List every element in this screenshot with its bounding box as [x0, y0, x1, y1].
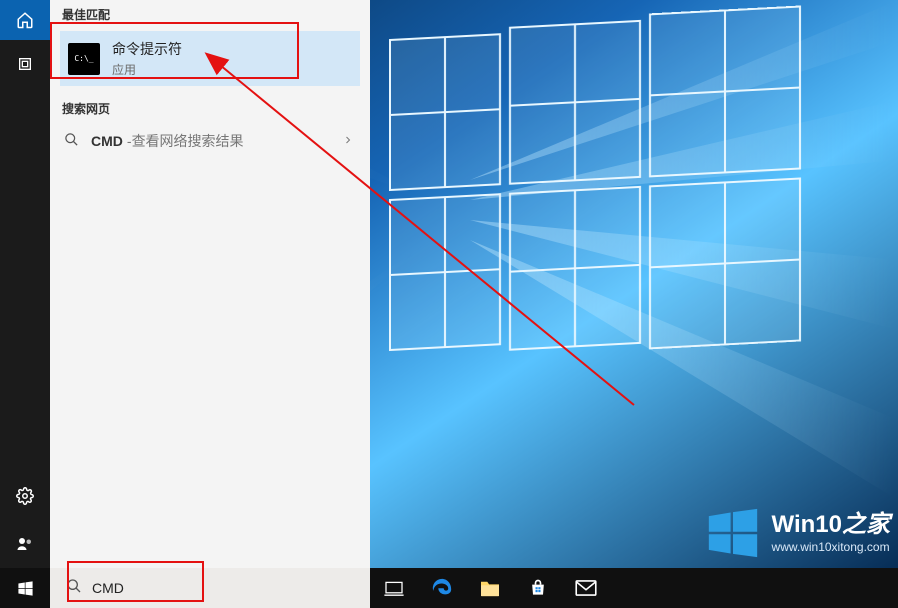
start-button[interactable]: [0, 568, 50, 608]
taskbar-search-box[interactable]: [50, 568, 370, 608]
file-explorer-icon[interactable]: [466, 579, 514, 597]
search-icon: [66, 578, 82, 599]
chevron-right-icon: [342, 133, 354, 149]
home-icon[interactable]: [0, 0, 50, 40]
watermark-logo-icon: [704, 504, 762, 562]
web-result-item[interactable]: CMD - 查看网络搜索结果: [50, 121, 370, 161]
watermark-url: www.win10xitong.com: [772, 541, 890, 554]
watermark-title: Win10之家: [772, 512, 890, 538]
watermark: Win10之家 www.win10xitong.com: [704, 504, 890, 562]
feedback-icon[interactable]: [0, 520, 50, 568]
windows-start-icon: [17, 580, 34, 597]
best-match-title: 命令提示符: [112, 39, 182, 59]
search-input[interactable]: [92, 580, 370, 596]
web-search-header: 搜索网页: [50, 94, 370, 121]
best-match-header: 最佳匹配: [50, 0, 370, 27]
taskbar-pinned-apps: [370, 568, 610, 608]
best-match-item-cmd[interactable]: C:\_ 命令提示符 应用: [60, 31, 360, 86]
settings-icon[interactable]: [0, 472, 50, 520]
search-icon: [64, 132, 79, 150]
edge-icon[interactable]: [418, 577, 466, 599]
web-result-secondary: 查看网络搜索结果: [132, 131, 244, 151]
apps-filter-icon[interactable]: [0, 40, 50, 88]
store-icon[interactable]: [514, 578, 562, 598]
search-left-rail: [0, 0, 50, 568]
search-results-panel: 最佳匹配 C:\_ 命令提示符 应用 搜索网页 CMD - 查看网络搜索结果: [50, 0, 370, 568]
best-match-subtitle: 应用: [112, 61, 182, 78]
web-result-primary: CMD: [91, 133, 123, 149]
cmd-app-icon: C:\_: [68, 43, 100, 75]
taskbar: [0, 568, 898, 608]
task-view-icon[interactable]: [370, 580, 418, 596]
mail-icon[interactable]: [562, 580, 610, 596]
